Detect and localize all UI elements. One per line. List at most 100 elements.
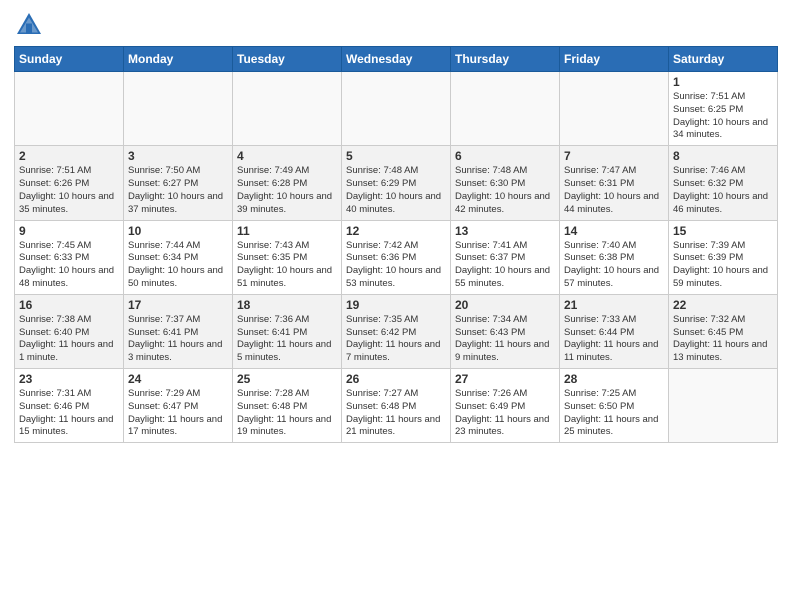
day-info: Sunrise: 7:27 AM Sunset: 6:48 PM Dayligh… bbox=[346, 388, 446, 439]
calendar-cell: 23Sunrise: 7:31 AM Sunset: 6:46 PM Dayli… bbox=[15, 369, 124, 443]
weekday-header-wednesday: Wednesday bbox=[342, 47, 451, 72]
day-number: 20 bbox=[455, 298, 555, 312]
day-number: 27 bbox=[455, 372, 555, 386]
day-number: 26 bbox=[346, 372, 446, 386]
calendar-cell: 2Sunrise: 7:51 AM Sunset: 6:26 PM Daylig… bbox=[15, 146, 124, 220]
calendar-cell: 17 Sunrise: 7:37 AM Sunset: 6:41 PM Dayli… bbox=[124, 294, 233, 368]
calendar-cell: 5 Sunrise: 7:48 AM Sunset: 6:29 PM Daylig… bbox=[342, 146, 451, 220]
calendar-cell: 24 Sunrise: 7:29 AM Sunset: 6:47 PM Dayli… bbox=[124, 369, 233, 443]
day-number: 3 bbox=[128, 149, 228, 163]
day-number: 9 bbox=[19, 224, 119, 238]
day-info: Sunrise: 7:48 AM Sunset: 6:30 PM Dayligh… bbox=[455, 165, 555, 216]
day-number: 1 bbox=[673, 75, 773, 89]
day-info: Sunrise: 7:51 AM Sunset: 6:25 PM Dayligh… bbox=[673, 91, 773, 142]
calendar-cell: 11 Sunrise: 7:43 AM Sunset: 6:35 PM Dayli… bbox=[233, 220, 342, 294]
calendar-cell: 9 Sunrise: 7:45 AM Sunset: 6:33 PM Daylig… bbox=[15, 220, 124, 294]
weekday-header-friday: Friday bbox=[560, 47, 669, 72]
day-number: 24 bbox=[128, 372, 228, 386]
day-number: 17 bbox=[128, 298, 228, 312]
calendar-table: SundayMondayTuesdayWednesdayThursdayFrid… bbox=[14, 46, 778, 443]
day-info: Sunrise: 7:43 AM Sunset: 6:35 PM Dayligh… bbox=[237, 240, 337, 291]
calendar-cell bbox=[451, 72, 560, 146]
calendar-cell: 21 Sunrise: 7:33 AM Sunset: 6:44 PM Dayli… bbox=[560, 294, 669, 368]
day-number: 15 bbox=[673, 224, 773, 238]
day-number: 22 bbox=[673, 298, 773, 312]
day-number: 8 bbox=[673, 149, 773, 163]
week-row-5: 23Sunrise: 7:31 AM Sunset: 6:46 PM Dayli… bbox=[15, 369, 778, 443]
calendar-cell: 14Sunrise: 7:40 AM Sunset: 6:38 PM Dayli… bbox=[560, 220, 669, 294]
day-info: Sunrise: 7:29 AM Sunset: 6:47 PM Dayligh… bbox=[128, 388, 228, 439]
calendar-cell: 8Sunrise: 7:46 AM Sunset: 6:32 PM Daylig… bbox=[669, 146, 778, 220]
day-number: 5 bbox=[346, 149, 446, 163]
day-info: Sunrise: 7:49 AM Sunset: 6:28 PM Dayligh… bbox=[237, 165, 337, 216]
calendar-cell bbox=[15, 72, 124, 146]
calendar-cell bbox=[669, 369, 778, 443]
week-row-2: 2Sunrise: 7:51 AM Sunset: 6:26 PM Daylig… bbox=[15, 146, 778, 220]
calendar-cell: 28 Sunrise: 7:25 AM Sunset: 6:50 PM Dayli… bbox=[560, 369, 669, 443]
day-info: Sunrise: 7:36 AM Sunset: 6:41 PM Dayligh… bbox=[237, 314, 337, 365]
day-number: 11 bbox=[237, 224, 337, 238]
day-info: Sunrise: 7:33 AM Sunset: 6:44 PM Dayligh… bbox=[564, 314, 664, 365]
day-info: Sunrise: 7:37 AM Sunset: 6:41 PM Dayligh… bbox=[128, 314, 228, 365]
calendar-cell: 12 Sunrise: 7:42 AM Sunset: 6:36 PM Dayli… bbox=[342, 220, 451, 294]
day-number: 10 bbox=[128, 224, 228, 238]
day-info: Sunrise: 7:45 AM Sunset: 6:33 PM Dayligh… bbox=[19, 240, 119, 291]
day-number: 18 bbox=[237, 298, 337, 312]
day-info: Sunrise: 7:38 AM Sunset: 6:40 PM Dayligh… bbox=[19, 314, 119, 365]
day-number: 19 bbox=[346, 298, 446, 312]
day-number: 4 bbox=[237, 149, 337, 163]
header bbox=[14, 10, 778, 40]
day-info: Sunrise: 7:28 AM Sunset: 6:48 PM Dayligh… bbox=[237, 388, 337, 439]
day-info: Sunrise: 7:51 AM Sunset: 6:26 PM Dayligh… bbox=[19, 165, 119, 216]
day-info: Sunrise: 7:26 AM Sunset: 6:49 PM Dayligh… bbox=[455, 388, 555, 439]
day-number: 28 bbox=[564, 372, 664, 386]
calendar-cell: 19 Sunrise: 7:35 AM Sunset: 6:42 PM Dayli… bbox=[342, 294, 451, 368]
day-info: Sunrise: 7:48 AM Sunset: 6:29 PM Dayligh… bbox=[346, 165, 446, 216]
calendar-cell: 18 Sunrise: 7:36 AM Sunset: 6:41 PM Dayli… bbox=[233, 294, 342, 368]
page: SundayMondayTuesdayWednesdayThursdayFrid… bbox=[0, 0, 792, 612]
calendar-cell bbox=[560, 72, 669, 146]
calendar-cell: 3 Sunrise: 7:50 AM Sunset: 6:27 PM Daylig… bbox=[124, 146, 233, 220]
calendar-cell bbox=[233, 72, 342, 146]
calendar-cell bbox=[124, 72, 233, 146]
day-number: 12 bbox=[346, 224, 446, 238]
day-number: 6 bbox=[455, 149, 555, 163]
day-number: 21 bbox=[564, 298, 664, 312]
weekday-header-thursday: Thursday bbox=[451, 47, 560, 72]
calendar-cell: 26 Sunrise: 7:27 AM Sunset: 6:48 PM Dayli… bbox=[342, 369, 451, 443]
day-info: Sunrise: 7:41 AM Sunset: 6:37 PM Dayligh… bbox=[455, 240, 555, 291]
weekday-header-tuesday: Tuesday bbox=[233, 47, 342, 72]
weekday-header-row: SundayMondayTuesdayWednesdayThursdayFrid… bbox=[15, 47, 778, 72]
week-row-1: 1 Sunrise: 7:51 AM Sunset: 6:25 PM Daylig… bbox=[15, 72, 778, 146]
calendar-cell: 20 Sunrise: 7:34 AM Sunset: 6:43 PM Dayli… bbox=[451, 294, 560, 368]
calendar-cell: 6 Sunrise: 7:48 AM Sunset: 6:30 PM Daylig… bbox=[451, 146, 560, 220]
calendar-cell: 22 Sunrise: 7:32 AM Sunset: 6:45 PM Dayli… bbox=[669, 294, 778, 368]
day-info: Sunrise: 7:32 AM Sunset: 6:45 PM Dayligh… bbox=[673, 314, 773, 365]
calendar-cell: 10Sunrise: 7:44 AM Sunset: 6:34 PM Dayli… bbox=[124, 220, 233, 294]
logo-icon bbox=[14, 10, 44, 40]
day-info: Sunrise: 7:34 AM Sunset: 6:43 PM Dayligh… bbox=[455, 314, 555, 365]
day-number: 13 bbox=[455, 224, 555, 238]
weekday-header-monday: Monday bbox=[124, 47, 233, 72]
day-info: Sunrise: 7:39 AM Sunset: 6:39 PM Dayligh… bbox=[673, 240, 773, 291]
day-info: Sunrise: 7:47 AM Sunset: 6:31 PM Dayligh… bbox=[564, 165, 664, 216]
calendar-cell: 16 Sunrise: 7:38 AM Sunset: 6:40 PM Dayli… bbox=[15, 294, 124, 368]
calendar-cell: 7 Sunrise: 7:47 AM Sunset: 6:31 PM Daylig… bbox=[560, 146, 669, 220]
day-info: Sunrise: 7:25 AM Sunset: 6:50 PM Dayligh… bbox=[564, 388, 664, 439]
day-number: 16 bbox=[19, 298, 119, 312]
week-row-4: 16 Sunrise: 7:38 AM Sunset: 6:40 PM Dayli… bbox=[15, 294, 778, 368]
logo bbox=[14, 10, 48, 40]
day-number: 23 bbox=[19, 372, 119, 386]
day-info: Sunrise: 7:35 AM Sunset: 6:42 PM Dayligh… bbox=[346, 314, 446, 365]
week-row-3: 9 Sunrise: 7:45 AM Sunset: 6:33 PM Daylig… bbox=[15, 220, 778, 294]
calendar-cell: 27 Sunrise: 7:26 AM Sunset: 6:49 PM Dayli… bbox=[451, 369, 560, 443]
calendar-cell: 4 Sunrise: 7:49 AM Sunset: 6:28 PM Daylig… bbox=[233, 146, 342, 220]
day-number: 25 bbox=[237, 372, 337, 386]
day-info: Sunrise: 7:40 AM Sunset: 6:38 PM Dayligh… bbox=[564, 240, 664, 291]
day-number: 7 bbox=[564, 149, 664, 163]
weekday-header-sunday: Sunday bbox=[15, 47, 124, 72]
day-info: Sunrise: 7:42 AM Sunset: 6:36 PM Dayligh… bbox=[346, 240, 446, 291]
day-info: Sunrise: 7:50 AM Sunset: 6:27 PM Dayligh… bbox=[128, 165, 228, 216]
calendar-cell: 25 Sunrise: 7:28 AM Sunset: 6:48 PM Dayli… bbox=[233, 369, 342, 443]
calendar-cell: 1 Sunrise: 7:51 AM Sunset: 6:25 PM Daylig… bbox=[669, 72, 778, 146]
